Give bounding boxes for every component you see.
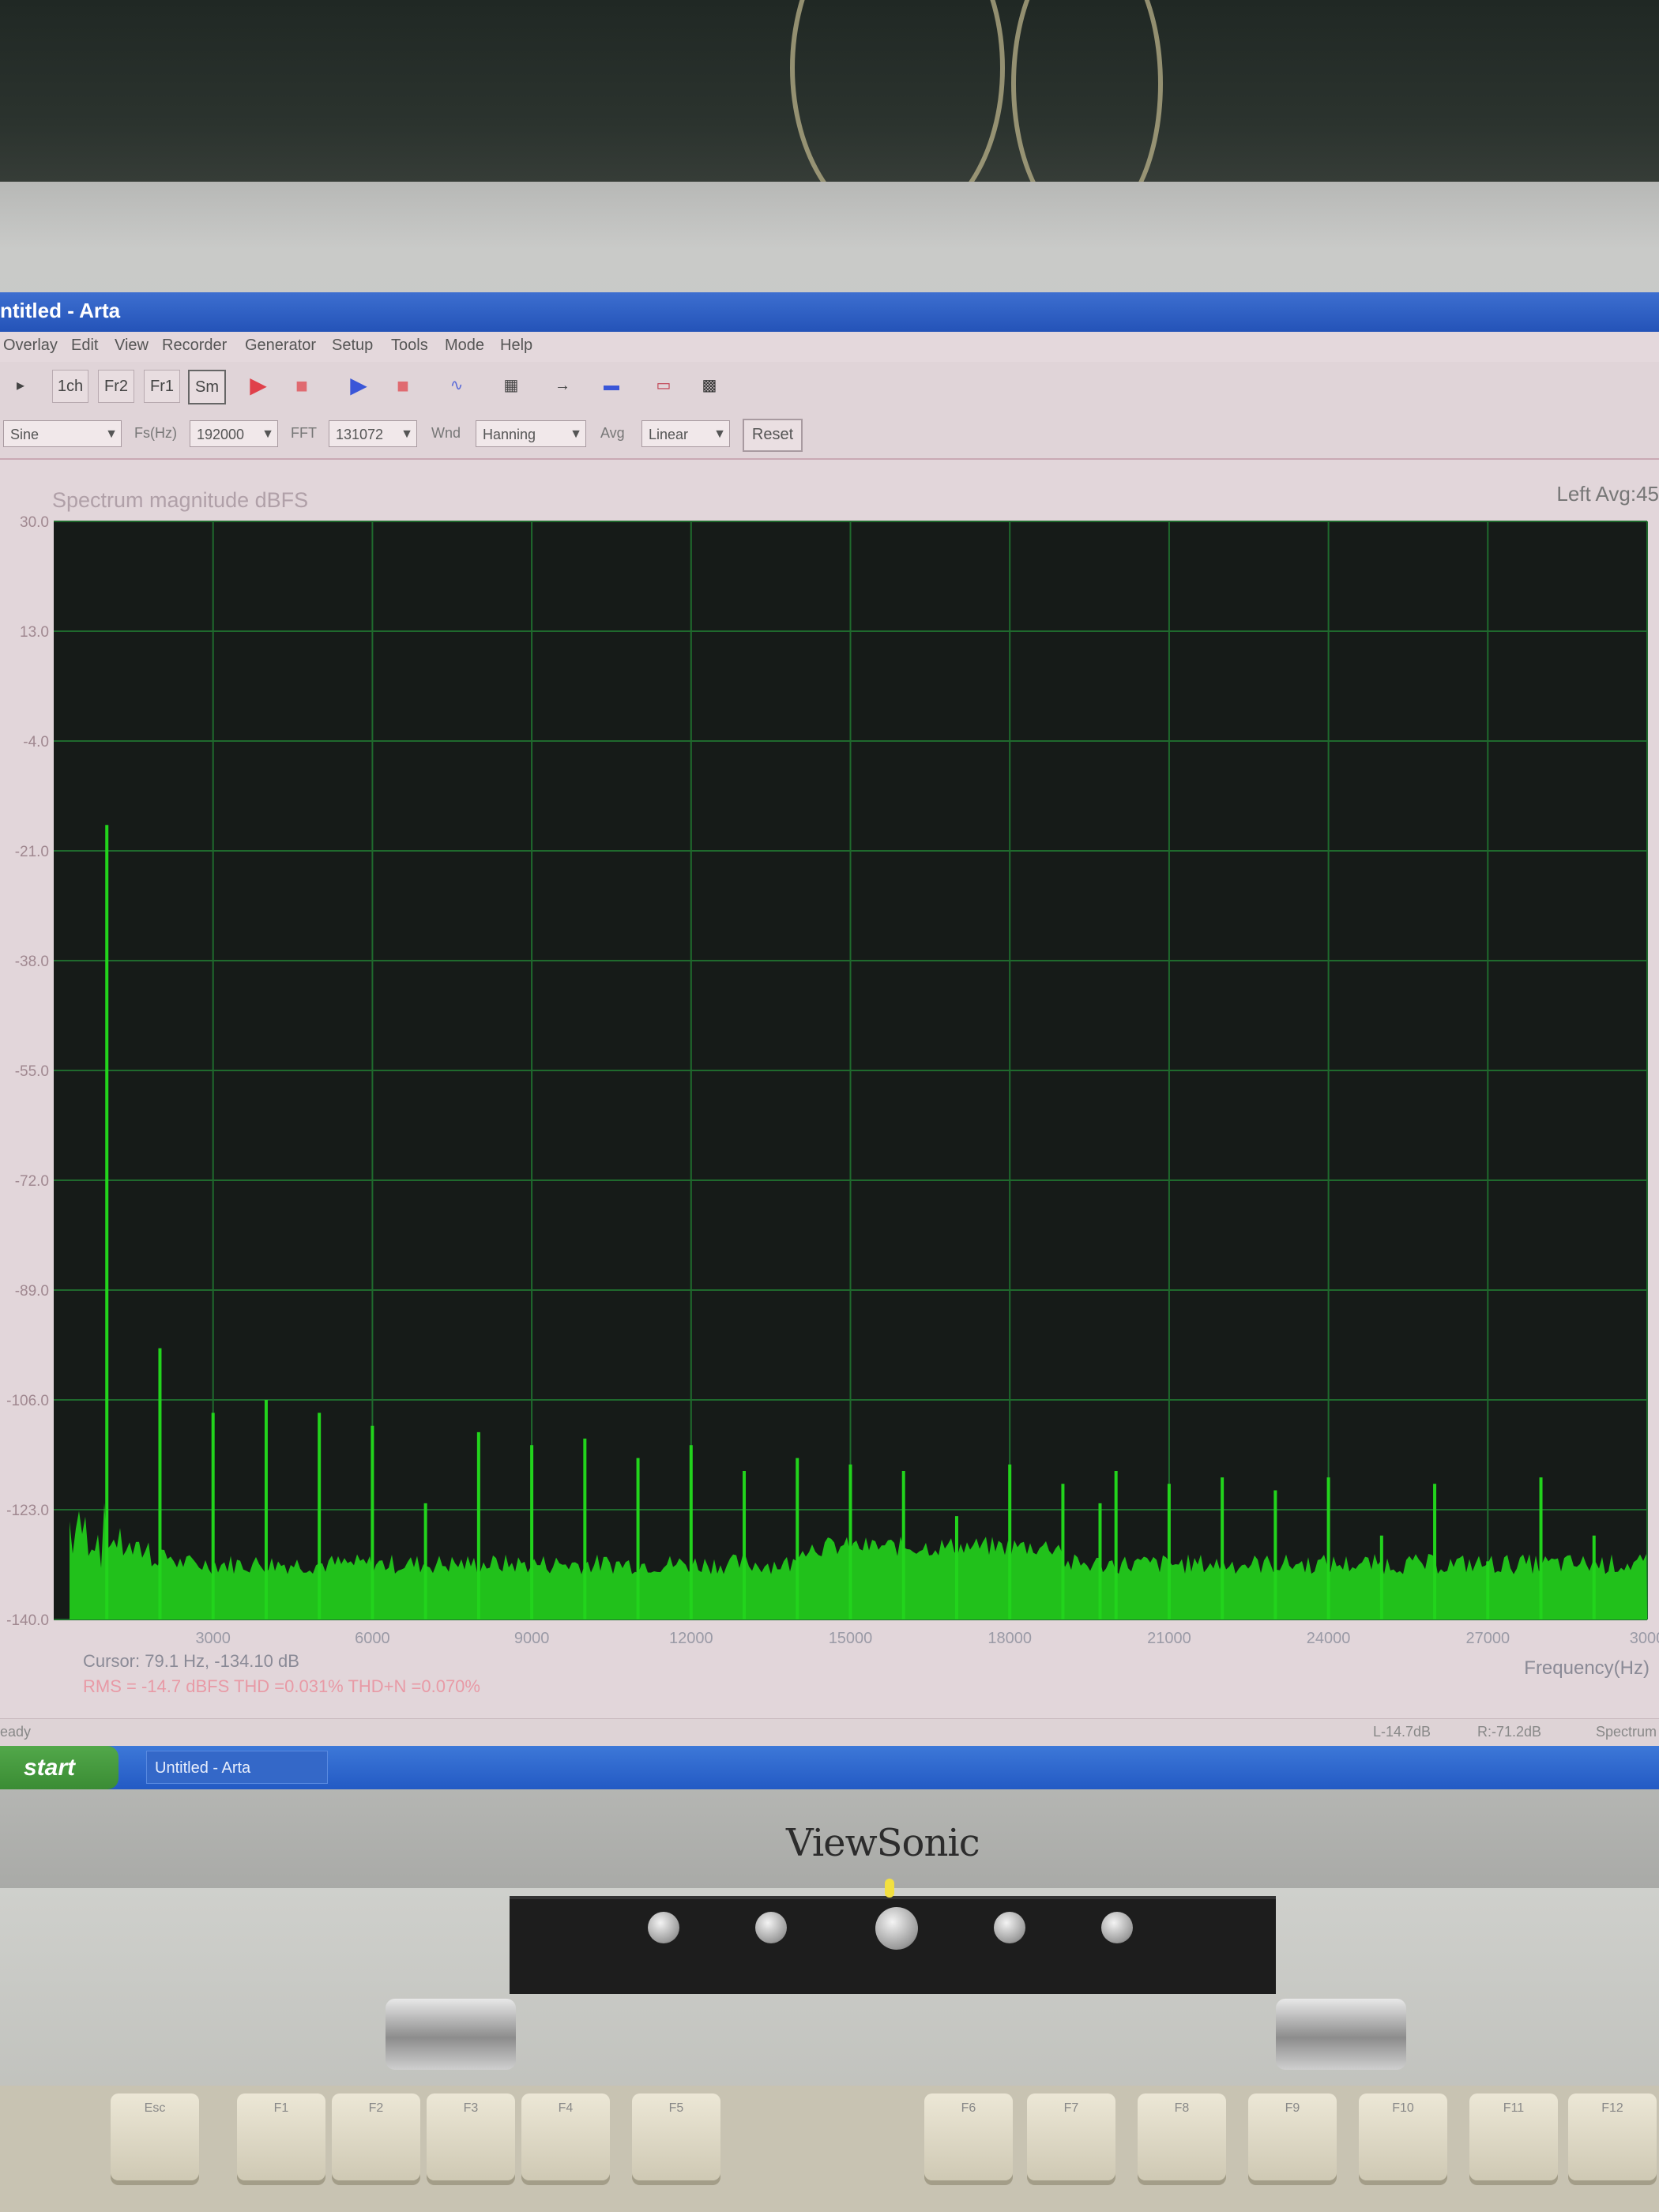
taskbar: start Untitled - Arta [0,1746,1659,1789]
x-tick-label: 18000 [988,1630,1032,1647]
y-tick-label: -72.0 [15,1173,49,1190]
key-f5: F5 [632,2094,720,2180]
start-button[interactable]: start [0,1746,118,1789]
monitor-button[interactable] [994,1912,1025,1943]
monitor-button[interactable] [648,1912,679,1943]
left-level: L-14.7dB [1373,1724,1431,1740]
key-f7: F7 [1027,2094,1115,2180]
cursor-readout: Cursor: 79.1 Hz, -134.10 dB [83,1651,299,1671]
thd-readout: RMS = -14.7 dBFS THD =0.031% THD+N =0.07… [83,1676,480,1696]
taskbar-item-arta[interactable]: Untitled - Arta [146,1751,328,1784]
key-f10: F10 [1359,2094,1447,2180]
status-bar: eady L-14.7dB R:-71.2dB Spectrum [0,1718,1659,1746]
spectrum-chart[interactable]: 30.0 13.0 -4.0 -21.0 -38.0 -55.0 -72.0 -89.0 -10… [0,292,1659,1746]
key-f6: F6 [924,2094,1013,2180]
y-tick-label: 13.0 [20,624,49,641]
monitor-button[interactable] [755,1912,787,1943]
key-f11: F11 [1469,2094,1558,2180]
x-tick-label: 15000 [829,1630,873,1647]
key-f12: F12 [1568,2094,1657,2180]
power-led [885,1879,894,1898]
monitor-screen: ntitled - Arta Overlay Edit View Recorde… [0,292,1659,1789]
x-tick-label: 6000 [355,1630,390,1647]
y-tick-label: -106.0 [6,1393,49,1409]
stand-hinge [1276,1999,1406,2070]
key-f9: F9 [1248,2094,1337,2180]
x-tick-label: 9000 [514,1630,550,1647]
key-esc: Esc [111,2094,199,2180]
stand-hinge [386,1999,516,2070]
x-axis-label: Frequency(Hz) [1524,1657,1650,1679]
x-tick-label: 24000 [1307,1630,1351,1647]
x-tick-label: 3000 [1630,1630,1659,1647]
x-tick-label: 27000 [1465,1630,1510,1647]
y-tick-label: -140.0 [6,1612,49,1629]
y-tick-label: -89.0 [15,1283,49,1300]
monitor-brand: ViewSonic [786,1821,980,1865]
monitor-button[interactable] [1101,1912,1133,1943]
x-tick-label: 21000 [1147,1630,1191,1647]
y-tick-label: 30.0 [20,514,49,531]
key-f3: F3 [427,2094,515,2180]
key-f4: F4 [521,2094,610,2180]
x-tick-label: 3000 [195,1630,231,1647]
key-f1: F1 [237,2094,325,2180]
mode-indicator: Spectrum [1596,1724,1657,1740]
key-f2: F2 [332,2094,420,2180]
y-tick-label: -55.0 [15,1063,49,1080]
status-text: eady [0,1724,32,1740]
y-tick-label: -4.0 [23,734,49,750]
x-tick-label: 12000 [669,1630,713,1647]
y-tick-label: -21.0 [15,844,49,860]
key-f8: F8 [1138,2094,1226,2180]
y-tick-label: -38.0 [15,954,49,970]
y-tick-label: -123.0 [6,1503,49,1519]
power-button[interactable] [875,1907,918,1950]
right-level: R:-71.2dB [1477,1724,1542,1740]
